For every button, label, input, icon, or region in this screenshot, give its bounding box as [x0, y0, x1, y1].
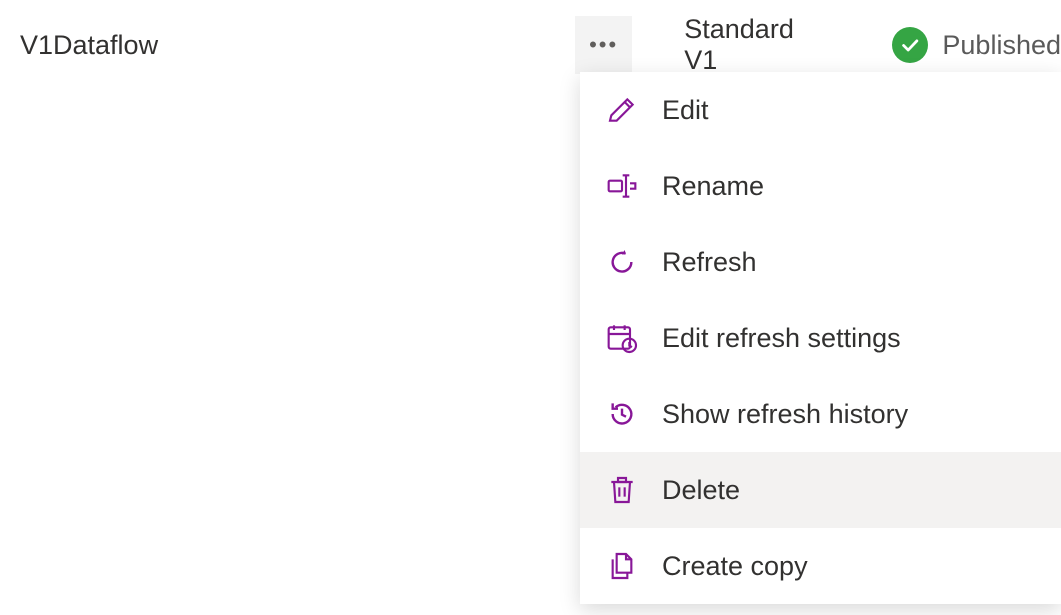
menu-item-show-refresh-history[interactable]: Show refresh history: [580, 376, 1061, 452]
menu-item-create-copy[interactable]: Create copy: [580, 528, 1061, 604]
history-icon: [604, 396, 640, 432]
menu-item-label: Rename: [662, 171, 764, 202]
menu-item-edit-refresh-settings[interactable]: Edit refresh settings: [580, 300, 1061, 376]
settings-calendar-icon: [604, 320, 640, 356]
rename-icon: [604, 168, 640, 204]
more-options-button[interactable]: •••: [575, 16, 632, 74]
refresh-icon: [604, 244, 640, 280]
copy-icon: [604, 548, 640, 584]
status-area: Published: [892, 27, 1061, 63]
checkmark-icon: [892, 27, 928, 63]
menu-item-label: Delete: [662, 475, 740, 506]
menu-item-delete[interactable]: Delete: [580, 452, 1061, 528]
menu-item-label: Show refresh history: [662, 399, 908, 430]
menu-item-label: Edit: [662, 95, 709, 126]
menu-item-label: Edit refresh settings: [662, 323, 901, 354]
ellipsis-icon: •••: [589, 32, 618, 58]
dataflow-type: Standard V1: [684, 14, 832, 76]
menu-item-label: Refresh: [662, 247, 757, 278]
dataflow-name-link[interactable]: V1Dataflow: [20, 30, 575, 61]
menu-item-refresh[interactable]: Refresh: [580, 224, 1061, 300]
context-menu: Edit Rename Refresh: [580, 72, 1061, 604]
menu-item-rename[interactable]: Rename: [580, 148, 1061, 224]
trash-icon: [604, 472, 640, 508]
status-text: Published: [942, 30, 1061, 61]
menu-item-edit[interactable]: Edit: [580, 72, 1061, 148]
pencil-icon: [604, 92, 640, 128]
menu-item-label: Create copy: [662, 551, 808, 582]
